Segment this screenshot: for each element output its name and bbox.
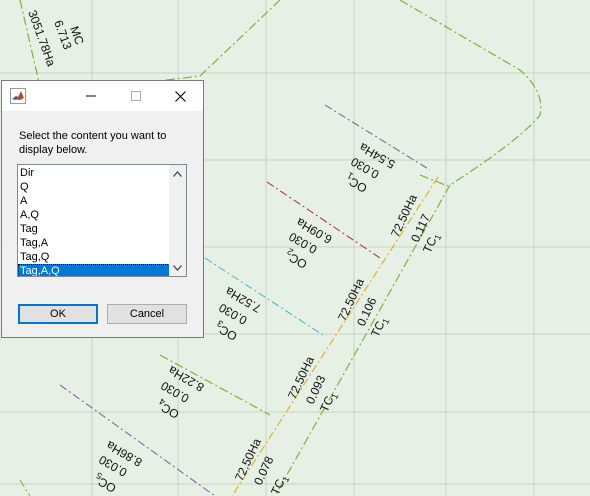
list-item[interactable]: Q [18,180,170,194]
list-item[interactable]: A [18,194,170,208]
display-content-dialog: Select the content you want to display b… [1,80,204,338]
scroll-up-button[interactable] [169,165,186,182]
maximize-button[interactable] [113,81,158,111]
maximize-icon [130,91,141,101]
chevron-up-icon [173,170,182,177]
minimize-button[interactable] [68,81,113,111]
ok-button[interactable]: OK [18,304,98,324]
dialog-titlebar[interactable] [2,81,203,111]
dialog-prompt: Select the content you want to display b… [19,130,167,156]
list-item-selected[interactable]: Tag,A,Q [18,264,170,276]
list-item[interactable]: Dir [18,166,170,180]
list-item[interactable]: Tag [18,222,170,236]
close-icon [175,90,186,102]
chevron-down-icon [173,264,182,271]
list-item[interactable]: Tag,Q [18,250,170,264]
minimize-icon [85,95,96,97]
close-button[interactable] [158,81,203,111]
matlab-icon [10,88,26,104]
listbox-items: Dir Q A A,Q Tag Tag,A Tag,Q Tag,A,Q [18,166,170,276]
list-item[interactable]: A,Q [18,208,170,222]
listbox-scrollbar[interactable] [169,165,186,276]
scroll-down-button[interactable] [169,259,186,276]
list-item[interactable]: Tag,A [18,236,170,250]
cancel-button[interactable]: Cancel [107,304,187,324]
content-listbox[interactable]: Dir Q A A,Q Tag Tag,A Tag,Q Tag,A,Q [17,164,187,277]
